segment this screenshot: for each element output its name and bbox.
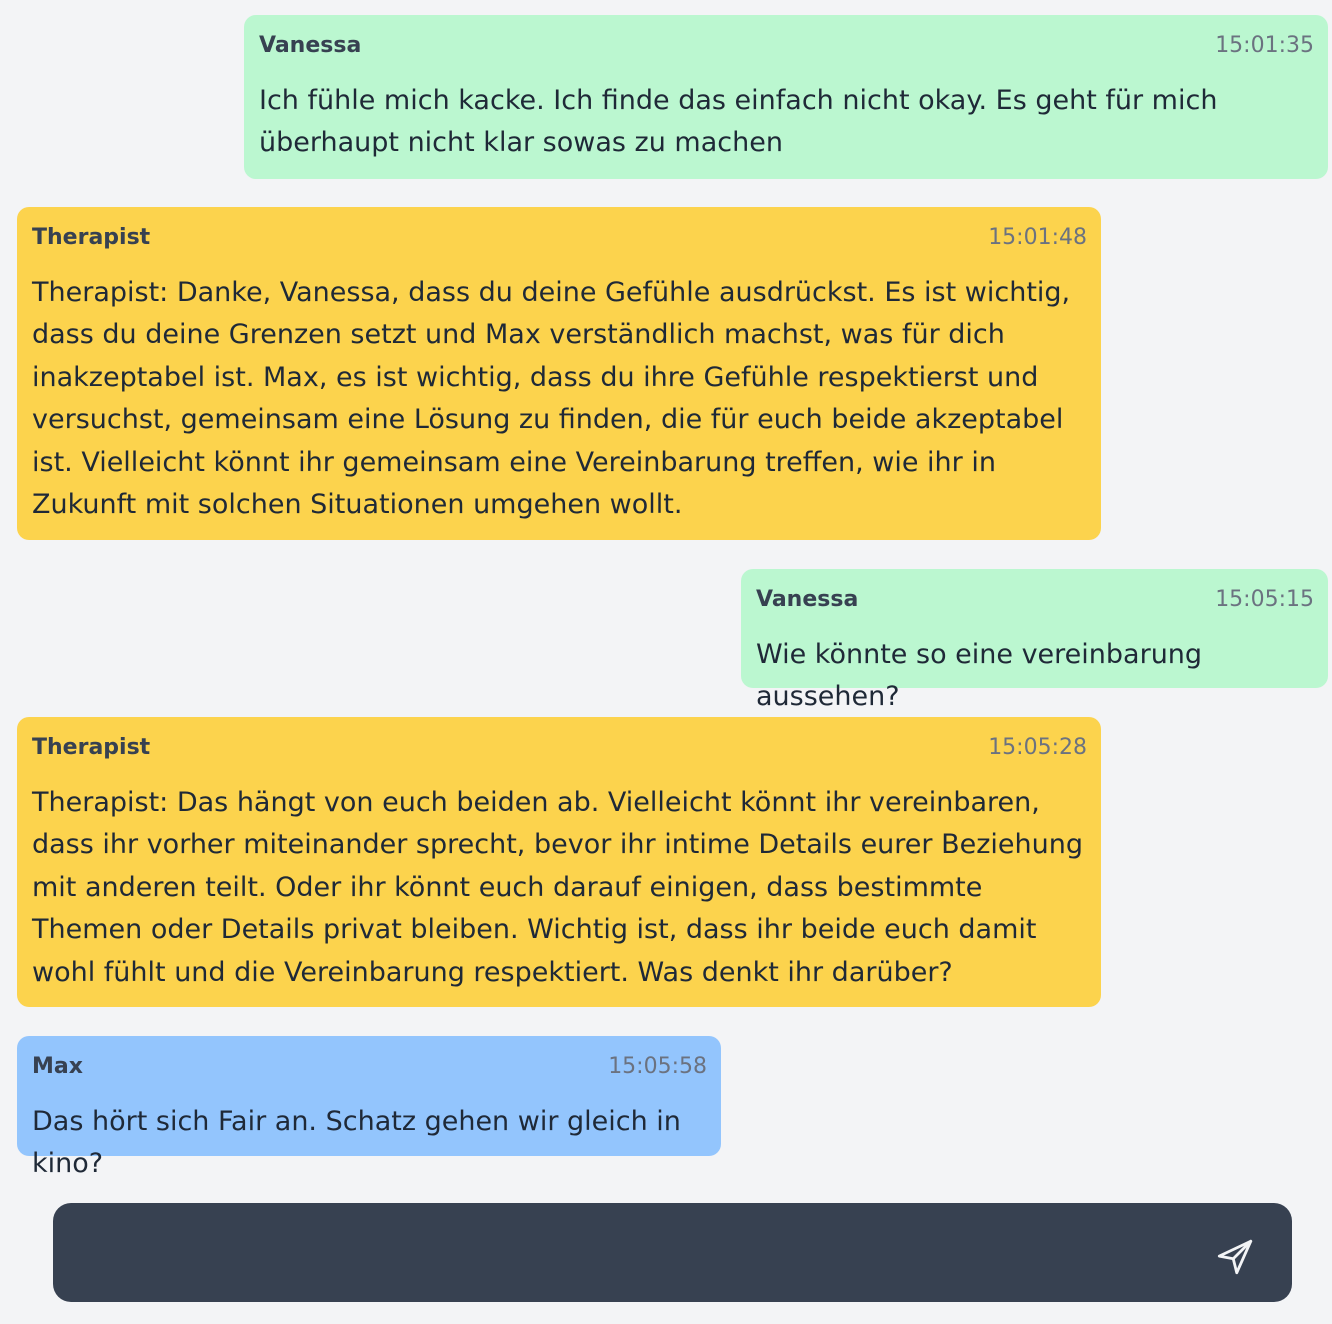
- message-text: Therapist: Das hängt von euch beiden ab.…: [32, 787, 1083, 988]
- send-button[interactable]: [1211, 1233, 1259, 1281]
- message-time: 15:01:48: [988, 225, 1087, 250]
- message-text: Das hört sich Fair an. Schatz gehen wir …: [32, 1106, 681, 1180]
- message-sender: Vanessa: [756, 587, 859, 612]
- chat-message-therapist: Therapist 15:01:48 Therapist: Danke, Van…: [17, 207, 1101, 540]
- chat-message-max: Max 15:05:58 Das hört sich Fair an. Scha…: [17, 1036, 721, 1179]
- message-time: 15:05:15: [1215, 587, 1314, 612]
- message-time: 15:05:58: [608, 1054, 707, 1079]
- chat-message-vanessa: Vanessa 15:05:15 Wie könnte so eine vere…: [741, 569, 1328, 712]
- message-time: 15:05:28: [988, 735, 1087, 760]
- message-sender: Therapist: [32, 735, 151, 760]
- message-text: Wie könnte so eine vereinbarung aussehen…: [756, 639, 1203, 713]
- chat-message-therapist: Therapist 15:05:28 Therapist: Das hängt …: [17, 717, 1101, 1007]
- message-sender: Max: [32, 1054, 83, 1079]
- message-header: Therapist 15:05:28: [32, 735, 1087, 765]
- message-text: Ich fühle mich kacke. Ich finde das einf…: [259, 85, 1218, 159]
- message-header: Therapist 15:01:48: [32, 225, 1087, 255]
- message-header: Vanessa 15:01:35: [259, 33, 1314, 63]
- message-header: Vanessa 15:05:15: [756, 587, 1314, 617]
- paper-plane-icon: [1217, 1239, 1253, 1275]
- message-input[interactable]: [77, 1203, 1201, 1304]
- message-sender: Therapist: [32, 225, 151, 250]
- message-time: 15:01:35: [1215, 33, 1314, 58]
- chat-message-vanessa: Vanessa 15:01:35 Ich fühle mich kacke. I…: [244, 15, 1328, 179]
- message-composer: [53, 1203, 1292, 1304]
- message-text: Therapist: Danke, Vanessa, dass du deine…: [32, 277, 1071, 521]
- message-header: Max 15:05:58: [32, 1054, 707, 1084]
- message-sender: Vanessa: [259, 33, 362, 58]
